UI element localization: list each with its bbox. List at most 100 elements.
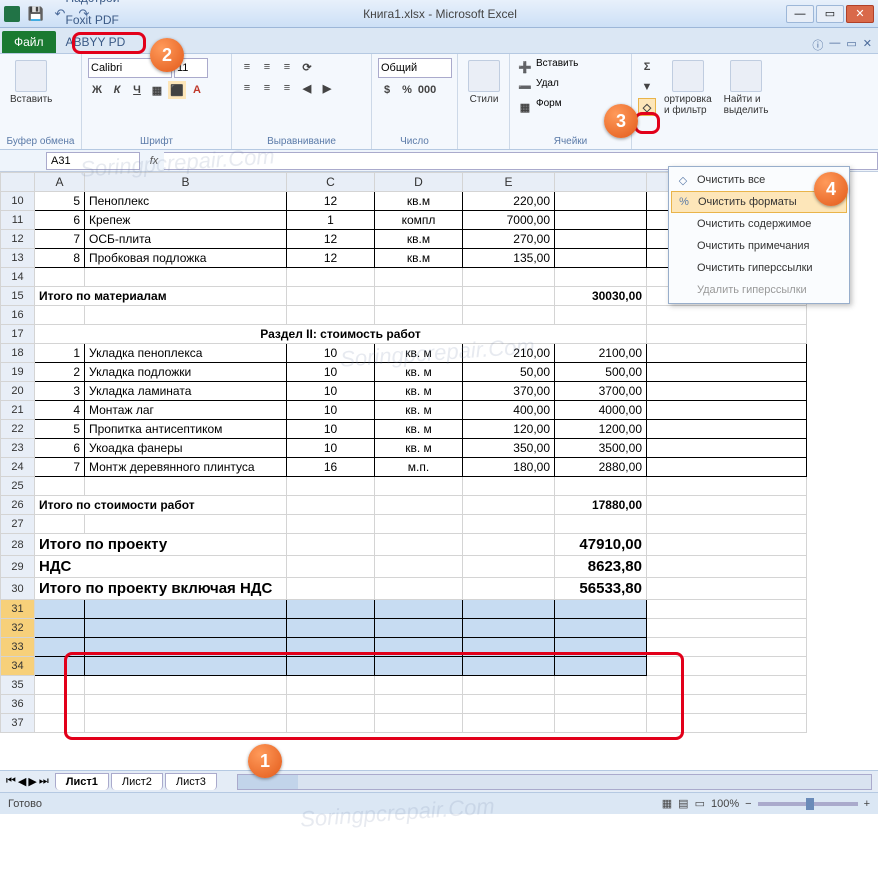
row-header-15[interactable]: 15 [1,287,35,306]
cell-23-A[interactable]: 6 [35,439,85,458]
col-header-C[interactable]: C [287,173,375,192]
cell-32-3[interactable] [375,619,463,638]
sheet-tab-Лист3[interactable]: Лист3 [165,773,217,790]
align-middle-button[interactable]: ≡ [258,58,276,76]
cell-33-0[interactable] [35,638,85,657]
cell-32-0[interactable] [35,619,85,638]
cell-11-C[interactable]: 1 [287,211,375,230]
name-box[interactable]: A31 [46,152,140,170]
cell-32-1[interactable] [85,619,287,638]
cell-28-AB[interactable]: Итого по проекту [35,534,287,556]
clear-menu-item-2[interactable]: Очистить содержимое [671,213,847,235]
fx-icon[interactable]: fx [144,155,164,167]
row-header-33[interactable]: 33 [1,638,35,657]
row-header-34[interactable]: 34 [1,657,35,676]
minimize-button[interactable]: — [786,5,814,23]
row-header-20[interactable]: 20 [1,382,35,401]
cell-20-B[interactable]: Укладка ламината [85,382,287,401]
bold-button[interactable]: Ж [88,81,106,99]
underline-button[interactable]: Ч [128,81,146,99]
cell-32-4[interactable] [463,619,555,638]
cell-24-D[interactable]: м.п. [375,458,463,477]
cell-16-C[interactable] [287,306,375,325]
maximize-button[interactable]: ▭ [816,5,844,23]
sheet-tab-Лист2[interactable]: Лист2 [111,773,163,790]
cell-20-C[interactable]: 10 [287,382,375,401]
horizontal-scrollbar[interactable] [237,774,872,790]
cell-10-C[interactable]: 12 [287,192,375,211]
cell-19-F[interactable]: 500,00 [555,363,647,382]
cell-37-B[interactable] [85,714,287,733]
cell-23-B[interactable]: Укоадка фанеры [85,439,287,458]
sheet-nav-last[interactable]: ⏭ [39,775,49,788]
cell-37-E[interactable] [463,714,555,733]
cell-10-A[interactable]: 5 [35,192,85,211]
cell-35-A[interactable] [35,676,85,695]
cell-22-C[interactable]: 10 [287,420,375,439]
cell-37-A[interactable] [35,714,85,733]
row-header-12[interactable]: 12 [1,230,35,249]
currency-button[interactable]: $ [378,81,396,99]
row-header-21[interactable]: 21 [1,401,35,420]
cell-27-F[interactable] [555,515,647,534]
cell-16-E[interactable] [463,306,555,325]
cell-22-A[interactable]: 5 [35,420,85,439]
cell-33-3[interactable] [375,638,463,657]
row-header-28[interactable]: 28 [1,534,35,556]
cell-36-E[interactable] [463,695,555,714]
cell-33-2[interactable] [287,638,375,657]
cell-24-C[interactable]: 16 [287,458,375,477]
sheet-tab-Лист1[interactable]: Лист1 [55,773,109,790]
cell-33-4[interactable] [463,638,555,657]
cell-13-B[interactable]: Пробковая подложка [85,249,287,268]
cell-11-B[interactable]: Крепеж [85,211,287,230]
cell-21-A[interactable]: 4 [35,401,85,420]
cell-35-E[interactable] [463,676,555,695]
cell-27-A[interactable] [35,515,85,534]
styles-button[interactable]: Стили [464,58,504,107]
align-bottom-button[interactable]: ≡ [278,58,296,76]
cell-34-0[interactable] [35,657,85,676]
cell-22-D[interactable]: кв. м [375,420,463,439]
cell-18-E[interactable]: 210,00 [463,344,555,363]
row-header-29[interactable]: 29 [1,556,35,578]
cell-11-D[interactable]: компл [375,211,463,230]
cell-16-D[interactable] [375,306,463,325]
save-button[interactable]: 💾 [26,4,46,24]
indent-inc-button[interactable]: ▶ [318,79,336,97]
doc-close-icon[interactable]: ✕ [863,37,872,53]
cell-35-C[interactable] [287,676,375,695]
cell-31-3[interactable] [375,600,463,619]
cell-36-F[interactable] [555,695,647,714]
cell-18-A[interactable]: 1 [35,344,85,363]
col-header-A[interactable]: A [35,173,85,192]
cell-19-C[interactable]: 10 [287,363,375,382]
view-break-button[interactable]: ▭ [695,797,705,810]
row-header-30[interactable]: 30 [1,578,35,600]
cell-12-B[interactable]: ОСБ-плита [85,230,287,249]
cell-34-2[interactable] [287,657,375,676]
row-header-36[interactable]: 36 [1,695,35,714]
fill-button[interactable]: ▼ [638,78,656,96]
cell-18-C[interactable]: 10 [287,344,375,363]
cell-12-A[interactable]: 7 [35,230,85,249]
row-header-19[interactable]: 19 [1,363,35,382]
tab-надстрой[interactable]: Надстрой [58,0,134,9]
cell-14-B[interactable] [85,268,287,287]
doc-min-icon[interactable]: — [829,37,840,53]
cell-10-D[interactable]: кв.м [375,192,463,211]
cell-33-5[interactable] [555,638,647,657]
cell-15-AB[interactable]: Итого по материалам [35,287,287,306]
cell-27-D[interactable] [375,515,463,534]
zoom-out-button[interactable]: − [745,798,751,810]
cell-20-D[interactable]: кв. м [375,382,463,401]
cell-36-C[interactable] [287,695,375,714]
clear-menu-item-4[interactable]: Очистить гиперссылки [671,257,847,279]
col-header-E[interactable]: E [463,173,555,192]
cell-21-C[interactable]: 10 [287,401,375,420]
cell-14-E[interactable] [463,268,555,287]
cell-11-A[interactable]: 6 [35,211,85,230]
comma-button[interactable]: 000 [418,81,436,99]
cell-13-E[interactable]: 135,00 [463,249,555,268]
cell-23-E[interactable]: 350,00 [463,439,555,458]
